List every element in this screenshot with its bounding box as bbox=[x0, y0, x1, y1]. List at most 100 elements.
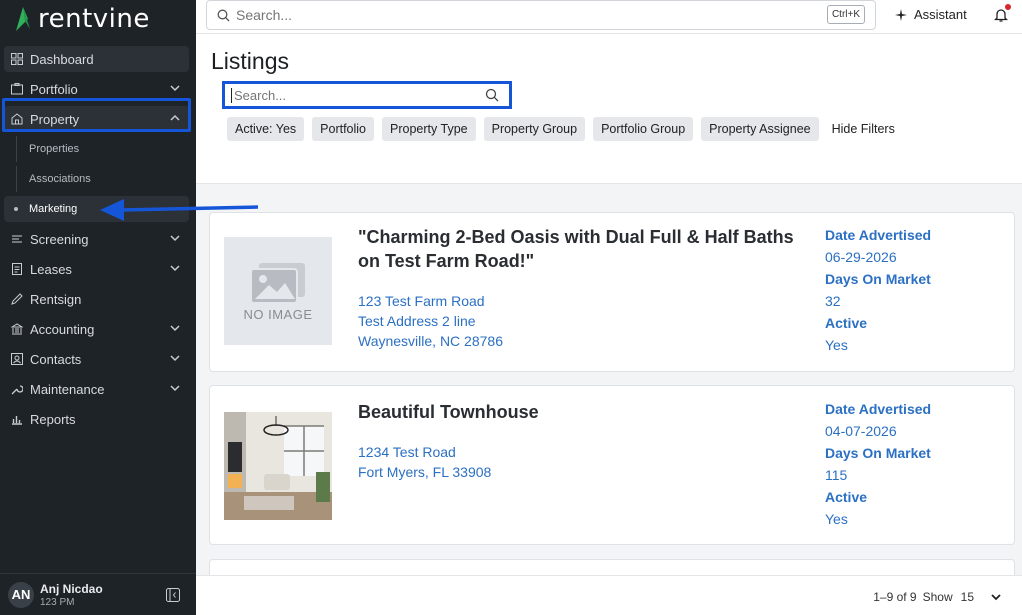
assistant-label: Assistant bbox=[914, 7, 967, 22]
active-value: Yes bbox=[825, 511, 848, 527]
brand-name: rentvine bbox=[38, 4, 150, 34]
listing-card[interactable]: NO IMAGE "Charming 2-Bed Oasis with Dual… bbox=[209, 212, 1015, 372]
chevron-down-icon bbox=[170, 325, 180, 332]
sidebar-item-label: Leases bbox=[30, 261, 72, 277]
listing-title[interactable]: "Charming 2-Bed Oasis with Dual Full & H… bbox=[358, 225, 808, 273]
chevron-down-icon[interactable] bbox=[990, 591, 1002, 603]
sidebar-subitem-label: Marketing bbox=[29, 203, 78, 215]
sidebar-subitem-associations[interactable]: Associations bbox=[16, 166, 189, 192]
chevron-down-icon bbox=[170, 355, 180, 362]
sparkle-icon bbox=[895, 8, 907, 21]
no-image-placeholder: NO IMAGE bbox=[224, 237, 332, 345]
dashboard-icon bbox=[10, 52, 24, 66]
avatar: AN bbox=[8, 581, 34, 608]
listing-card[interactable] bbox=[209, 559, 1015, 575]
listings-list: NO IMAGE "Charming 2-Bed Oasis with Dual… bbox=[196, 35, 1022, 575]
date-advertised-label: Date Advertised bbox=[825, 227, 932, 243]
sidebar-item-label: Rentsign bbox=[30, 291, 82, 307]
listing-title[interactable]: Beautiful Townhouse bbox=[358, 400, 808, 424]
days-on-market-value: 115 bbox=[825, 467, 848, 483]
wrench-icon bbox=[10, 382, 24, 396]
sidebar-item-portfolio[interactable]: Portfolio bbox=[4, 76, 189, 102]
page-size-select[interactable]: 15 bbox=[961, 590, 974, 604]
listing-address[interactable]: 123 Test Farm Road Test Address 2 line W… bbox=[358, 291, 503, 351]
chevron-up-icon bbox=[170, 114, 180, 121]
date-advertised-label: Date Advertised bbox=[825, 401, 932, 417]
days-on-market-value: 32 bbox=[825, 293, 841, 309]
pagination: 1–9 of 9 Show 15 bbox=[873, 590, 1002, 604]
search-icon bbox=[217, 9, 230, 21]
sidebar-item-accounting[interactable]: Accounting bbox=[4, 316, 189, 342]
leases-icon bbox=[10, 262, 24, 276]
chevron-down-icon bbox=[170, 385, 180, 392]
active-value: Yes bbox=[825, 337, 848, 353]
property-icon bbox=[10, 112, 24, 126]
chevron-down-icon bbox=[170, 235, 180, 242]
rentvine-logo[interactable]: rentvine bbox=[12, 4, 150, 34]
leaf-logo-icon bbox=[16, 7, 30, 31]
address-line: 123 Test Farm Road bbox=[358, 293, 485, 309]
sidebar-item-label: Dashboard bbox=[30, 51, 94, 67]
listing-stats: Date Advertised 06-29-2026 Days On Marke… bbox=[825, 224, 1005, 356]
sidebar-item-contacts[interactable]: Contacts bbox=[4, 346, 189, 372]
no-image-label: NO IMAGE bbox=[243, 306, 313, 322]
sidebar-item-rentsign[interactable]: Rentsign bbox=[4, 286, 189, 312]
sidebar-item-screening[interactable]: Screening bbox=[4, 226, 189, 252]
sidebar-nav: Dashboard Portfolio Property Properties … bbox=[0, 46, 196, 436]
sidebar: rentvine Dashboard Portfolio Property Pr… bbox=[0, 0, 196, 615]
rentsign-icon bbox=[10, 292, 24, 306]
accounting-icon bbox=[10, 322, 24, 336]
user-name: Anj Nicdao bbox=[40, 581, 103, 596]
top-bar: Ctrl+K Assistant bbox=[196, 0, 1022, 34]
reports-icon bbox=[10, 412, 24, 426]
user-company: 123 PM bbox=[40, 596, 75, 608]
contacts-icon bbox=[10, 352, 24, 366]
sidebar-item-maintenance[interactable]: Maintenance bbox=[4, 376, 189, 402]
sidebar-item-label: Accounting bbox=[30, 321, 95, 337]
user-profile[interactable]: AN Anj Nicdao 123 PM bbox=[0, 573, 196, 615]
sidebar-item-label: Contacts bbox=[30, 351, 82, 367]
listing-photo bbox=[224, 412, 332, 520]
sidebar-item-label: Portfolio bbox=[30, 81, 78, 97]
active-dot bbox=[14, 207, 18, 211]
global-search[interactable]: Ctrl+K bbox=[206, 0, 876, 30]
living-room-photo bbox=[224, 412, 332, 520]
sidebar-item-label: Maintenance bbox=[30, 381, 105, 397]
user-meta: Anj Nicdao 123 PM bbox=[40, 582, 103, 608]
date-advertised-value: 04-07-2026 bbox=[825, 423, 897, 439]
collapse-sidebar-icon[interactable] bbox=[166, 588, 180, 602]
listing-card[interactable]: Beautiful Townhouse 1234 Test Road Fort … bbox=[209, 385, 1015, 545]
sidebar-item-label: Reports bbox=[30, 411, 76, 427]
page-range: 1–9 of 9 bbox=[873, 590, 917, 604]
assistant-button[interactable]: Assistant bbox=[894, 7, 967, 22]
address-line: Waynesville, NC 28786 bbox=[358, 333, 503, 349]
address-line: Test Address 2 line bbox=[358, 313, 476, 329]
address-line: 1234 Test Road bbox=[358, 444, 456, 460]
sidebar-item-reports[interactable]: Reports bbox=[4, 406, 189, 432]
address-line: Fort Myers, FL 33908 bbox=[358, 464, 492, 480]
show-label: Show bbox=[922, 590, 953, 604]
notification-dot bbox=[1005, 4, 1011, 10]
global-search-input[interactable] bbox=[236, 7, 796, 23]
sidebar-item-dashboard[interactable]: Dashboard bbox=[4, 46, 189, 72]
shortcut-badge: Ctrl+K bbox=[826, 5, 865, 24]
sidebar-subitem-properties[interactable]: Properties bbox=[16, 136, 189, 162]
portfolio-icon bbox=[10, 82, 24, 96]
sidebar-item-label: Screening bbox=[30, 231, 89, 247]
date-advertised-value: 06-29-2026 bbox=[825, 249, 897, 265]
days-on-market-label: Days On Market bbox=[825, 445, 931, 461]
sidebar-subitem-marketing[interactable]: Marketing bbox=[4, 196, 189, 222]
listing-stats: Date Advertised 04-07-2026 Days On Marke… bbox=[825, 398, 1005, 530]
screening-icon bbox=[10, 232, 24, 246]
listing-address[interactable]: 1234 Test Road Fort Myers, FL 33908 bbox=[358, 442, 491, 482]
sidebar-item-leases[interactable]: Leases bbox=[4, 256, 189, 282]
sidebar-item-property[interactable]: Property bbox=[4, 106, 189, 132]
days-on-market-label: Days On Market bbox=[825, 271, 931, 287]
image-placeholder-icon bbox=[250, 262, 305, 304]
chevron-down-icon bbox=[170, 265, 180, 272]
active-label: Active bbox=[825, 315, 868, 331]
pagination-bar: 1–9 of 9 Show 15 bbox=[196, 575, 1022, 615]
chevron-down-icon bbox=[170, 85, 180, 92]
sidebar-item-label: Property bbox=[30, 111, 80, 127]
active-label: Active bbox=[825, 489, 868, 505]
